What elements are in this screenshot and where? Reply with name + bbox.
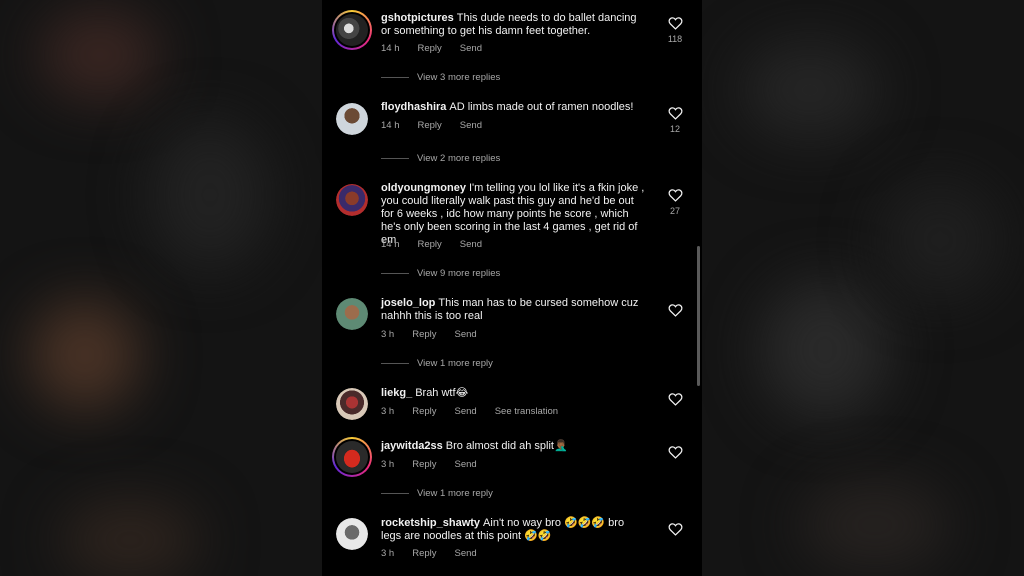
username[interactable]: joselo_lop — [381, 297, 435, 309]
reply-button[interactable]: Reply — [412, 329, 436, 340]
like-button[interactable] — [666, 392, 684, 406]
reply-divider-line — [381, 363, 409, 364]
timestamp: 3 h — [381, 329, 395, 340]
view-more-replies[interactable]: View 1 more reply — [381, 358, 493, 369]
see-translation-button[interactable]: See translation — [495, 406, 558, 417]
send-button[interactable]: Send — [455, 329, 477, 340]
reply-button[interactable]: Reply — [418, 120, 442, 131]
heart-icon — [668, 393, 682, 406]
like-button[interactable] — [666, 303, 684, 317]
username[interactable]: rocketship_shawty — [381, 517, 480, 529]
comments-panel: gshotpictures This dude needs to do balle… — [322, 0, 702, 576]
username[interactable]: jaywitda2ss — [381, 440, 443, 452]
send-button[interactable]: Send — [455, 459, 477, 470]
view-more-replies-label: View 9 more replies — [417, 268, 501, 279]
reply-button[interactable]: Reply — [418, 239, 442, 250]
like-button[interactable]: 27 — [666, 188, 684, 216]
comment-meta: 14 h Reply Send — [381, 239, 500, 250]
heart-icon — [668, 523, 682, 536]
view-more-replies[interactable]: View 3 more replies — [381, 72, 500, 83]
like-button[interactable]: 12 — [666, 106, 684, 134]
comment-text: AD limbs made out of ramen noodles! — [449, 101, 634, 113]
comment-meta: 14 h Reply Send — [381, 43, 500, 54]
comment-text-block: jaywitda2ss Bro almost did ah split🤦🏾‍♂️ — [381, 440, 647, 453]
username[interactable]: oldyoungmoney — [381, 182, 466, 194]
avatar[interactable] — [332, 10, 372, 50]
comment-text-block: oldyoungmoney I'm telling you lol like it… — [381, 182, 647, 247]
timestamp: 14 h — [381, 43, 400, 54]
like-count: 118 — [667, 34, 683, 44]
reply-divider-line — [381, 158, 409, 159]
scrollbar[interactable] — [697, 246, 700, 386]
view-more-replies-label: View 3 more replies — [417, 72, 501, 83]
comment-meta: 14 h Reply Send — [381, 120, 500, 131]
comment-text: Bro almost did ah split🤦🏾‍♂️ — [445, 440, 568, 452]
timestamp: 3 h — [381, 548, 395, 559]
reply-button[interactable]: Reply — [412, 548, 436, 559]
send-button[interactable]: Send — [460, 43, 482, 54]
avatar[interactable] — [336, 388, 368, 420]
avatar[interactable] — [336, 103, 368, 135]
send-button[interactable]: Send — [455, 406, 477, 417]
comment-meta: 3 h Reply Send — [381, 329, 495, 340]
comment-text: Brah wtf😂 — [415, 387, 469, 399]
send-button[interactable]: Send — [455, 548, 477, 559]
timestamp: 3 h — [381, 459, 395, 470]
reply-button[interactable]: Reply — [412, 459, 436, 470]
avatar[interactable] — [332, 437, 372, 477]
send-button[interactable]: Send — [460, 120, 482, 131]
reply-divider-line — [381, 493, 409, 494]
timestamp: 14 h — [381, 239, 400, 250]
avatar[interactable] — [336, 184, 368, 216]
username[interactable]: floydhashira — [381, 101, 446, 113]
heart-icon — [668, 304, 682, 317]
username[interactable]: liekg_ — [381, 387, 412, 399]
view-more-replies-label: View 1 more reply — [417, 358, 493, 369]
timestamp: 14 h — [381, 120, 400, 131]
view-more-replies-label: View 1 more reply — [417, 488, 493, 499]
comment-text-block: floydhashira AD limbs made out of ramen n… — [381, 101, 647, 114]
view-more-replies-label: View 2 more replies — [417, 153, 501, 164]
avatar[interactable] — [336, 518, 368, 550]
like-button[interactable]: 118 — [666, 16, 684, 44]
heart-icon — [668, 17, 682, 30]
comment-meta: 3 h Reply Send — [381, 459, 495, 470]
reply-button[interactable]: Reply — [418, 43, 442, 54]
view-more-replies[interactable]: View 1 more reply — [381, 488, 493, 499]
reply-divider-line — [381, 77, 409, 78]
timestamp: 3 h — [381, 406, 395, 417]
avatar[interactable] — [336, 298, 368, 330]
comment-meta: 3 h Reply Send — [381, 548, 495, 559]
view-more-replies[interactable]: View 9 more replies — [381, 268, 500, 279]
reply-divider-line — [381, 273, 409, 274]
comment-text-block: liekg_ Brah wtf😂 — [381, 387, 647, 400]
like-count: 12 — [669, 124, 680, 134]
heart-icon — [668, 107, 682, 120]
view-more-replies[interactable]: View 2 more replies — [381, 153, 500, 164]
comment-text-block: joselo_lop This man has to be cursed some… — [381, 297, 647, 323]
comment-meta: 3 h Reply Send See translation — [381, 406, 576, 417]
heart-icon — [668, 189, 682, 202]
heart-icon — [668, 446, 682, 459]
comment-text-block: gshotpictures This dude needs to do balle… — [381, 12, 647, 38]
like-count: 27 — [669, 206, 680, 216]
like-button[interactable] — [666, 522, 684, 536]
like-button[interactable] — [666, 445, 684, 459]
comment-text-block: rocketship_shawty Ain't no way bro 🤣🤣🤣 br… — [381, 517, 647, 543]
reply-button[interactable]: Reply — [412, 406, 436, 417]
send-button[interactable]: Send — [460, 239, 482, 250]
username[interactable]: gshotpictures — [381, 12, 454, 24]
